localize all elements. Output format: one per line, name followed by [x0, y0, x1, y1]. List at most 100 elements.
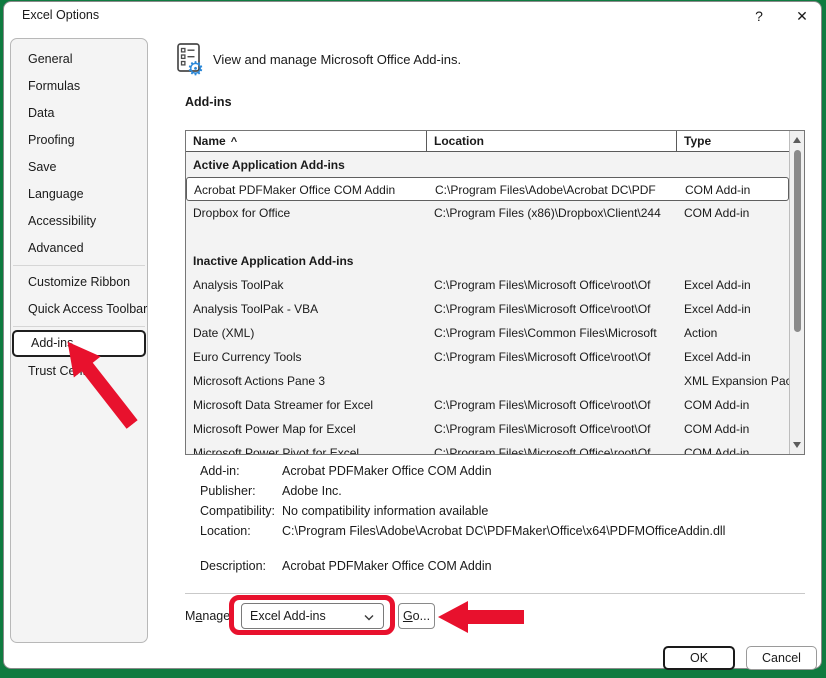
table-scrollbar[interactable] [789, 131, 804, 454]
cell-type: COM Add-in [684, 201, 789, 225]
cell-type: COM Add-in [685, 178, 789, 202]
table-row[interactable]: Dropbox for Office C:\Program Files (x86)… [186, 201, 789, 225]
cell-location: C:\Program Files\Microsoft Office\root\O… [434, 441, 677, 454]
excel-options-screen: Excel Options ? ✕ GeneralFormulasDataPro… [0, 0, 826, 678]
sidebar-item-proofing[interactable]: Proofing [11, 127, 147, 154]
sidebar-item-data[interactable]: Data [11, 100, 147, 127]
sidebar-item-customize-ribbon[interactable]: Customize Ribbon [11, 269, 147, 296]
detail-label: Compatibility: [200, 501, 282, 521]
cell-name: Analysis ToolPak - VBA [193, 297, 425, 321]
svg-text:⚙: ⚙ [187, 58, 204, 76]
column-header-location[interactable]: Location [427, 131, 677, 152]
cell-type: Excel Add-in [684, 273, 789, 297]
close-icon[interactable]: ✕ [790, 5, 814, 27]
cell-type: COM Add-in [684, 393, 789, 417]
scrollbar-down-icon[interactable] [790, 437, 805, 452]
sidebar-item-formulas[interactable]: Formulas [11, 73, 147, 100]
cell-name: Dropbox for Office [193, 201, 425, 225]
cell-name: Analysis ToolPak [193, 273, 425, 297]
table-section-header: Inactive Application Add-ins [186, 249, 789, 273]
detail-value: Acrobat PDFMaker Office COM Addin [282, 461, 492, 481]
cell-location: C:\Program Files\Common Files\Microsoft [434, 321, 677, 345]
table-row[interactable]: Microsoft Data Streamer for Excel C:\Prog… [186, 393, 789, 417]
column-header-name[interactable]: Name ^ [186, 131, 427, 152]
detail-value: No compatibility information available [282, 501, 488, 521]
sidebar-item-quick-access-toolbar[interactable]: Quick Access Toolbar [11, 296, 147, 323]
cell-type: Action [684, 321, 789, 345]
cell-type: COM Add-in [684, 441, 789, 454]
table-row[interactable]: Date (XML) C:\Program Files\Common Files\… [186, 321, 789, 345]
chevron-down-icon [364, 614, 374, 621]
cell-location: C:\Program Files\Microsoft Office\root\O… [434, 393, 677, 417]
cell-name: Active Application Add-ins [193, 153, 425, 177]
table-row[interactable]: Acrobat PDFMaker Office COM Addin C:\Prog… [186, 177, 789, 201]
detail-value: Adobe Inc. [282, 481, 342, 501]
cell-location: C:\Program Files (x86)\Dropbox\Client\24… [434, 201, 677, 225]
addins-table: Name ^ Location Type Active Application A… [185, 130, 805, 455]
column-header-type[interactable]: Type [677, 131, 791, 152]
table-section-header: Active Application Add-ins [186, 153, 789, 177]
help-icon[interactable]: ? [748, 5, 770, 27]
table-row[interactable]: Euro Currency ToolsC:\Program Files\Micr… [186, 345, 789, 369]
cell-type: Excel Add-in [684, 297, 789, 321]
cell-name: Date (XML) [193, 321, 425, 345]
table-row[interactable]: Analysis ToolPak - VBA C:\Program Files\M… [186, 297, 789, 321]
sidebar-item-general[interactable]: General [11, 46, 147, 73]
cell-type: XML Expansion Pack [684, 369, 789, 393]
sidebar-item-language[interactable]: Language [11, 181, 147, 208]
sidebar-separator [13, 326, 145, 327]
sidebar-item-save[interactable]: Save [11, 154, 147, 181]
sidebar-item-accessibility[interactable]: Accessibility [11, 208, 147, 235]
manage-dropdown-value: Excel Add-ins [250, 609, 326, 623]
manage-separator [185, 593, 805, 594]
cell-name: Microsoft Data Streamer for Excel [193, 393, 425, 417]
sidebar-item-advanced[interactable]: Advanced [11, 235, 147, 262]
column-header-type-label: Type [684, 134, 711, 148]
detail-row-add-in: Add-in:Acrobat PDFMaker Office COM Addin [200, 461, 800, 481]
detail-label: Add-in: [200, 461, 282, 481]
page-heading: View and manage Microsoft Office Add-ins… [213, 52, 461, 67]
addin-details: Add-in:Acrobat PDFMaker Office COM Addin… [200, 461, 800, 576]
detail-row-compatibility: Compatibility:No compatibility informati… [200, 501, 800, 521]
cell-type: COM Add-in [684, 417, 789, 441]
detail-row-description: Description:Acrobat PDFMaker Office COM … [200, 556, 800, 576]
addins-section-label: Add-ins [185, 95, 232, 109]
detail-value: Acrobat PDFMaker Office COM Addin [282, 556, 492, 576]
manage-dropdown[interactable]: Excel Add-ins [241, 603, 384, 629]
detail-row-publisher: Publisher:Adobe Inc. [200, 481, 800, 501]
scrollbar-thumb[interactable] [794, 150, 801, 332]
detail-label: Publisher: [200, 481, 282, 501]
detail-label: Description: [200, 556, 282, 576]
table-spacer-row [186, 225, 789, 249]
cell-location: C:\Program Files\Adobe\Acrobat DC\PDF [435, 178, 678, 202]
column-header-location-label: Location [434, 134, 484, 148]
cell-name: Acrobat PDFMaker Office COM Addin [194, 178, 426, 202]
cell-name: Microsoft Power Pivot for Excel [193, 441, 425, 454]
detail-row-location: Location:C:\Program Files\Adobe\Acrobat … [200, 521, 800, 541]
cell-type: Excel Add-in [684, 345, 789, 369]
cell-name: Inactive Application Add-ins [193, 249, 425, 273]
cancel-button[interactable]: Cancel [746, 646, 817, 670]
column-header-name-label: Name [193, 134, 226, 148]
go-button[interactable]: Go... [398, 603, 435, 629]
table-row[interactable]: Microsoft Actions Pane 3 XML Expansion Pa… [186, 369, 789, 393]
table-row[interactable]: Microsoft Power Pivot for Excel C:\Progra… [186, 441, 789, 454]
sort-ascending-icon: ^ [231, 136, 237, 148]
cell-location: C:\Program Files\Microsoft Office\root\O… [434, 273, 677, 297]
addins-gear-icon: ⚙ [176, 42, 210, 76]
table-row[interactable]: Microsoft Power Map for ExcelC:\Program … [186, 417, 789, 441]
cell-location: C:\Program Files\Microsoft Office\root\O… [434, 417, 677, 441]
table-header: Name ^ Location Type [186, 131, 789, 152]
detail-label: Location: [200, 521, 282, 541]
red-arrow-to-go-annotation [438, 601, 524, 633]
cell-name: Microsoft Actions Pane 3 [193, 369, 425, 393]
dialog-title: Excel Options [22, 8, 99, 22]
cell-location: C:\Program Files\Microsoft Office\root\O… [434, 345, 677, 369]
table-row[interactable]: Analysis ToolPak C:\Program Files\Microso… [186, 273, 789, 297]
manage-label: Manage: [185, 609, 234, 623]
ok-button[interactable]: OK [663, 646, 735, 670]
detail-value: C:\Program Files\Adobe\Acrobat DC\PDFMak… [282, 521, 725, 541]
cell-location: C:\Program Files\Microsoft Office\root\O… [434, 297, 677, 321]
scrollbar-up-icon[interactable] [790, 133, 805, 148]
sidebar-separator [13, 265, 145, 266]
